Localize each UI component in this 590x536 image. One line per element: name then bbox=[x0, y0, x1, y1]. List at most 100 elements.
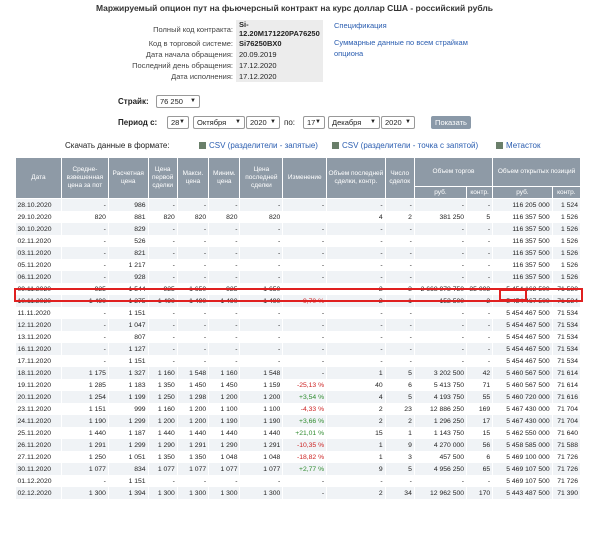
table-cell: - bbox=[208, 331, 241, 343]
show-button[interactable]: Показать bbox=[431, 116, 471, 129]
table-cell: - bbox=[414, 307, 468, 319]
table-cell: - bbox=[148, 343, 178, 355]
table-cell: 169 bbox=[466, 403, 494, 415]
table-cell: - bbox=[177, 235, 210, 247]
table-cell: - bbox=[239, 198, 284, 211]
table-cell: - bbox=[177, 259, 210, 271]
table-cell: - bbox=[414, 198, 468, 211]
table-row: 30.10.2020-829- - - - - - - - -116 357 500 1 526 bbox=[15, 223, 582, 235]
table-cell: - bbox=[282, 247, 328, 259]
table-cell: 1 200 bbox=[177, 403, 210, 415]
from-year-select[interactable]: 2020 ▼ bbox=[246, 116, 280, 129]
table-cell: 71 534 bbox=[552, 319, 582, 331]
table-cell: 4 270 000 bbox=[414, 439, 468, 451]
table-cell: 820 bbox=[239, 211, 284, 223]
table-cell: 116 357 500 bbox=[492, 211, 553, 223]
from-day-select[interactable]: 28 ▼ bbox=[167, 116, 189, 129]
table-cell: - bbox=[385, 319, 415, 331]
table-cell: 71 614 bbox=[552, 379, 582, 391]
info-value: 20.09.2019 bbox=[236, 49, 323, 60]
table-cell: 1 151 bbox=[108, 307, 149, 319]
table-cell: - bbox=[282, 367, 328, 379]
metastock-link[interactable]: Метасток bbox=[496, 141, 540, 150]
table-cell: - bbox=[326, 271, 386, 283]
table-cell: 42 bbox=[466, 367, 494, 379]
table-cell: 71 390 bbox=[552, 487, 582, 499]
header-settle-price: Расчетная цена bbox=[107, 157, 149, 199]
table-cell: -4,33 % bbox=[282, 403, 328, 415]
table-cell: 881 bbox=[108, 211, 149, 223]
table-cell: 1 296 250 bbox=[414, 415, 468, 427]
table-cell: 1 526 bbox=[552, 247, 582, 259]
table-cell: - bbox=[239, 355, 284, 367]
to-year-select[interactable]: 2020 ▼ bbox=[381, 116, 415, 129]
table-row: 26.11.2020 1 291 1 299 1 290 1 291 1 290 1 291… bbox=[15, 439, 582, 451]
table-cell: 71 614 bbox=[552, 367, 582, 379]
table-cell: - bbox=[239, 259, 284, 271]
table-cell: 1 187 bbox=[108, 427, 149, 439]
table-cell: 1 127 bbox=[108, 343, 149, 355]
csv-comma-label: CSV (разделители - запятые) bbox=[209, 141, 318, 150]
table-cell: - bbox=[148, 331, 178, 343]
table-cell: - bbox=[282, 198, 328, 211]
table-cell: 1 077 bbox=[177, 463, 210, 475]
strike-select[interactable]: 76 250 ▼ bbox=[156, 95, 200, 108]
table-cell: 820 bbox=[177, 211, 210, 223]
table-row: 02.11.2020-526- - - - - - - - -116 357 500 1 526 bbox=[15, 235, 582, 247]
table-row: 06.11.2020-928- - - - - - - - -116 357 500 1 526 bbox=[15, 271, 582, 283]
table-cell: 1 250 bbox=[148, 391, 178, 403]
table-cell: - bbox=[177, 198, 210, 211]
summary-link-line1[interactable]: Суммарные данные по всем страйкам bbox=[334, 37, 468, 48]
info-label: Дата исполнения: bbox=[171, 72, 233, 81]
csv-semicolon-link[interactable]: CSV (разделители - точка с запятой) bbox=[332, 141, 478, 150]
table-cell: - bbox=[385, 331, 415, 343]
table-cell: - bbox=[282, 319, 328, 331]
table-cell: +3,54 % bbox=[282, 391, 328, 403]
summary-link[interactable]: Суммарные данные по всем страйкам опцион… bbox=[334, 37, 468, 59]
header-last-price: Цена последней сделки bbox=[239, 157, 284, 199]
summary-link-line2[interactable]: опциона bbox=[334, 48, 468, 59]
file-icon bbox=[496, 142, 503, 149]
table-cell: 15 bbox=[466, 427, 494, 439]
table-cell: - bbox=[61, 223, 109, 235]
table-cell: - bbox=[61, 319, 109, 331]
table-cell: 29.10.2020 bbox=[15, 211, 62, 223]
period-label: Период с: bbox=[118, 118, 158, 127]
table-cell: 5 462 550 000 bbox=[492, 427, 553, 439]
from-month-select[interactable]: Октября ▼ bbox=[193, 116, 245, 129]
table-cell: - bbox=[177, 307, 210, 319]
table-cell: 24.11.2020 bbox=[15, 415, 62, 427]
spec-link[interactable]: Спецификация bbox=[334, 20, 468, 31]
table-cell: - bbox=[385, 223, 415, 235]
table-cell: - bbox=[385, 307, 415, 319]
chevron-down-icon: ▼ bbox=[270, 119, 276, 125]
table-cell: 1 300 bbox=[239, 487, 284, 499]
table-cell: 11.11.2020 bbox=[15, 307, 62, 319]
table-cell: 1 077 bbox=[148, 463, 178, 475]
table-cell: -18,82 % bbox=[282, 451, 328, 463]
table-cell: 116 357 500 bbox=[492, 259, 553, 271]
table-cell: 55 bbox=[466, 391, 494, 403]
table-cell: 1 440 bbox=[239, 427, 284, 439]
to-month-select[interactable]: Декабря ▼ bbox=[328, 116, 380, 129]
table-cell: 71 588 bbox=[552, 439, 582, 451]
table-cell: 1 077 bbox=[208, 463, 241, 475]
chevron-down-icon: ▼ bbox=[235, 119, 241, 125]
table-cell: - bbox=[414, 235, 468, 247]
info-value: Si76250BX0 bbox=[236, 38, 323, 49]
table-cell: - bbox=[466, 475, 494, 487]
table-cell: 1 151 bbox=[108, 355, 149, 367]
table-cell: 1 440 bbox=[208, 427, 241, 439]
csv-comma-link[interactable]: CSV (разделители - запятые) bbox=[199, 141, 318, 150]
table-cell: - bbox=[61, 475, 109, 487]
to-day-select[interactable]: 17 ▼ bbox=[303, 116, 325, 129]
table-cell: 5 454 467 500 bbox=[492, 355, 553, 367]
table-cell: 01.12.2020 bbox=[15, 475, 62, 487]
table-cell: - bbox=[177, 343, 210, 355]
table-cell: - bbox=[385, 355, 415, 367]
table-cell: 1 048 bbox=[239, 451, 284, 463]
table-cell: - bbox=[208, 198, 241, 211]
trading-table: Дата Средне-взвешенная цена за пот Расче… bbox=[15, 157, 582, 499]
table-cell: - bbox=[466, 198, 494, 211]
table-cell: - bbox=[282, 475, 328, 487]
